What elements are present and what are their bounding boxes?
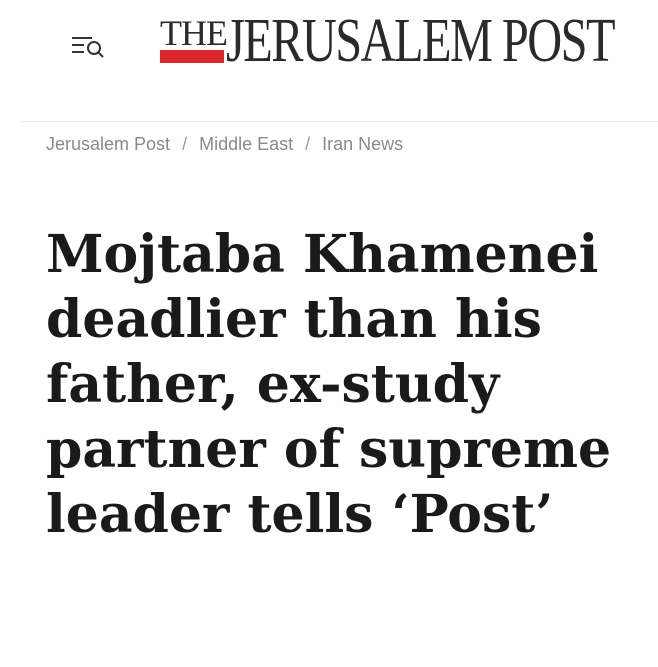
menu-search-icon: [72, 37, 104, 58]
headline-line: deadlier than his: [46, 289, 542, 350]
site-logo[interactable]: THE JERUSALEM POST: [160, 10, 658, 80]
headline-line: leader tells ‘Post’: [46, 484, 554, 545]
article-page: THE JERUSALEM POST Jerusalem Post / Middle…: [0, 0, 658, 667]
site-header: THE JERUSALEM POST: [0, 0, 658, 120]
breadcrumb-item-iran-news[interactable]: Iran News: [322, 134, 403, 154]
breadcrumb-item-jerusalem-post[interactable]: Jerusalem Post: [46, 134, 170, 154]
menu-search-button[interactable]: [66, 30, 110, 62]
logo-the-text: THE: [160, 10, 228, 63]
breadcrumb-separator: /: [305, 134, 311, 154]
breadcrumb-separator: /: [182, 134, 188, 154]
headline-line: Mojtaba Khamenei: [46, 224, 599, 285]
headline-line: partner of supreme: [46, 419, 612, 480]
breadcrumb-item-middle-east[interactable]: Middle East: [199, 134, 293, 154]
headline-line: father, ex-study: [46, 354, 500, 415]
logo-name-text: JERUSALEM POST: [226, 7, 616, 75]
breadcrumb: Jerusalem Post / Middle East / Iran News: [46, 134, 403, 155]
header-divider: [20, 121, 658, 122]
article-headline: Mojtaba Khamenei deadlier than his fathe…: [46, 222, 646, 547]
